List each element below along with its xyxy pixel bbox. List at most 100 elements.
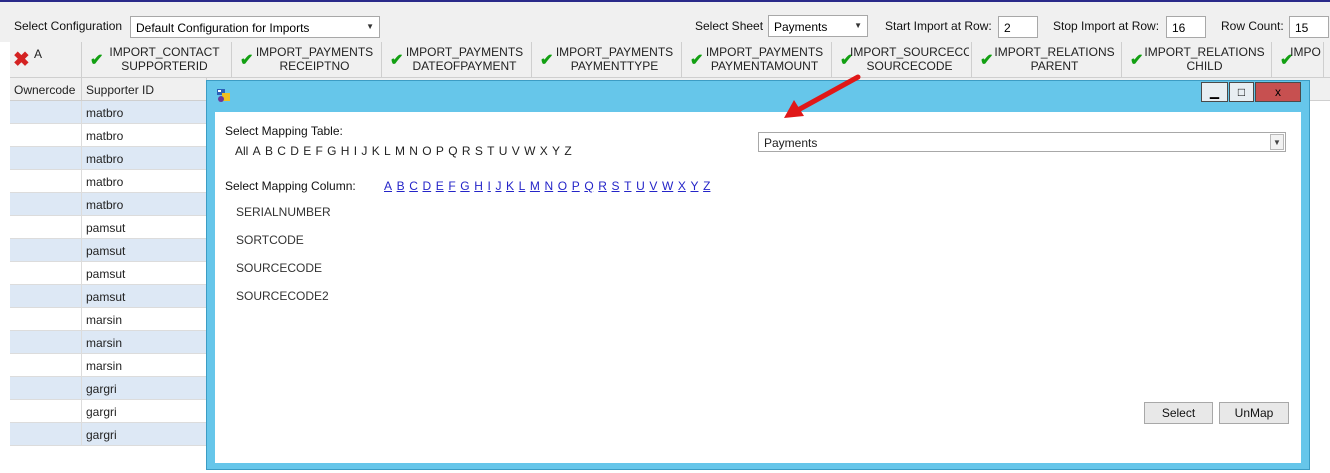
table-letter[interactable]: M [395, 144, 405, 158]
table-row[interactable]: matbro [10, 147, 207, 170]
mapped-column-header[interactable]: ✔ IMPORT_CONTACT SUPPORTERID [82, 42, 232, 78]
table-row[interactable]: pamsut [10, 262, 207, 285]
table-letter[interactable]: T [487, 144, 494, 158]
column-letter-link[interactable]: X [678, 179, 686, 193]
column-letter-link[interactable]: P [572, 179, 580, 193]
header-field-name: PARENT [1030, 60, 1079, 73]
close-button[interactable]: x [1255, 82, 1301, 102]
supporter-id-cell: marsin [86, 359, 123, 373]
stop-row-input[interactable]: 16 [1166, 16, 1206, 38]
table-letter[interactable]: K [372, 144, 380, 158]
table-letter[interactable]: H [341, 144, 350, 158]
column-letter-link[interactable]: Y [690, 179, 698, 193]
header-cell-a[interactable]: ✖ A [10, 42, 82, 78]
column-letter-link[interactable]: Q [584, 179, 593, 193]
table-letter[interactable]: F [316, 144, 323, 158]
column-letter-link[interactable]: E [436, 179, 444, 193]
table-letter[interactable]: P [436, 144, 444, 158]
mapped-column-header[interactable]: ✔ IMPORT_RELATIONS PARENT [972, 42, 1122, 78]
table-row[interactable]: marsin [10, 308, 207, 331]
configuration-value: Default Configuration for Imports [136, 21, 310, 35]
mapping-column-item[interactable]: SORTCODE [236, 233, 304, 247]
table-row[interactable]: pamsut [10, 285, 207, 308]
column-letter-link[interactable]: F [448, 179, 455, 193]
column-letter-link[interactable]: T [624, 179, 631, 193]
start-row-input[interactable]: 2 [998, 16, 1038, 38]
mapping-column-item[interactable]: SOURCECODE2 [236, 289, 329, 303]
table-row[interactable]: marsin [10, 354, 207, 377]
header-table-name: IMPORT_PAYMENTS [555, 46, 674, 59]
minimize-button[interactable]: ▁ [1201, 82, 1228, 102]
column-letter-link[interactable]: Z [703, 179, 710, 193]
column-letter-link[interactable]: O [558, 179, 567, 193]
table-row[interactable]: matbro [10, 193, 207, 216]
table-row[interactable]: matbro [10, 101, 207, 124]
header-field-name: RECEIPTNO [279, 60, 350, 73]
table-letter[interactable]: O [422, 144, 431, 158]
column-letter-link[interactable]: N [545, 179, 554, 193]
table-letter[interactable]: N [409, 144, 418, 158]
column-letter-link[interactable]: I [488, 179, 491, 193]
mapped-column-header[interactable]: ✔ IMPORT_RELATIONS CHILD [1122, 42, 1272, 78]
mapping-column-item[interactable]: SOURCECODE [236, 261, 322, 275]
table-letter[interactable]: Q [448, 144, 457, 158]
table-letter[interactable]: X [540, 144, 548, 158]
table-row[interactable]: gargri [10, 400, 207, 423]
column-letter-link[interactable]: C [409, 179, 418, 193]
maximize-button[interactable]: □ [1229, 82, 1254, 102]
column-letter-link[interactable]: H [474, 179, 483, 193]
mapping-table-dropdown[interactable]: Payments ▼ [758, 132, 1286, 152]
table-letter[interactable]: W [524, 144, 535, 158]
header-table-name: IMPORT_PAYMENTS [405, 46, 524, 59]
table-letter[interactable]: S [475, 144, 483, 158]
table-letter[interactable]: I [354, 144, 357, 158]
table-row[interactable]: gargri [10, 377, 207, 400]
column-letter-link[interactable]: U [636, 179, 645, 193]
column-letter-link[interactable]: V [649, 179, 657, 193]
column-letter-link[interactable]: J [495, 179, 501, 193]
table-row[interactable]: matbro [10, 124, 207, 147]
mapped-column-header[interactable]: ✔ IMPORT_PAYMENTS RECEIPTNO [232, 42, 382, 78]
mapping-column-item[interactable]: SERIALNUMBER [236, 205, 331, 219]
table-row[interactable]: pamsut [10, 216, 207, 239]
column-letter-link[interactable]: S [612, 179, 620, 193]
table-letter[interactable]: Z [564, 144, 571, 158]
column-letter-link[interactable]: A [384, 179, 392, 193]
table-row[interactable]: gargri [10, 423, 207, 446]
sheet-dropdown[interactable]: Payments ▼ [768, 15, 868, 37]
column-letter-link[interactable]: D [422, 179, 431, 193]
table-row[interactable]: matbro [10, 170, 207, 193]
table-letter[interactable]: J [361, 144, 367, 158]
mapped-column-header[interactable]: ✔ IMPORT_PAYMENTS DATEOFPAYMENT [382, 42, 532, 78]
column-letter-link[interactable]: R [598, 179, 607, 193]
table-row[interactable]: pamsut [10, 239, 207, 262]
table-letter[interactable]: C [277, 144, 286, 158]
column-letter-link[interactable]: G [460, 179, 469, 193]
ownercode-cell [10, 124, 82, 147]
table-letter[interactable]: G [327, 144, 336, 158]
select-button[interactable]: Select [1144, 402, 1213, 424]
table-letter[interactable]: V [512, 144, 520, 158]
table-letter[interactable]: U [499, 144, 508, 158]
select-configuration-label: Select Configuration [14, 19, 123, 33]
configuration-dropdown[interactable]: Default Configuration for Imports ▼ [130, 16, 380, 38]
table-letter[interactable]: L [384, 144, 391, 158]
column-letter-link[interactable]: K [506, 179, 514, 193]
table-letter[interactable]: All [235, 144, 248, 158]
mapped-column-header[interactable]: ✔ IMPORT_PAYMENTS PAYMENTTYPE [532, 42, 682, 78]
table-letter[interactable]: A [253, 144, 261, 158]
mapped-column-header[interactable]: ✔ IMPO [1272, 42, 1324, 78]
column-letter-link[interactable]: W [662, 179, 673, 193]
dropdown-arrow-icon: ▼ [854, 21, 862, 30]
table-letter[interactable]: D [290, 144, 299, 158]
unmap-button[interactable]: UnMap [1219, 402, 1289, 424]
supporter-id-cell: matbro [86, 175, 124, 189]
column-letter-link[interactable]: L [519, 179, 526, 193]
table-letter[interactable]: E [303, 144, 311, 158]
table-letter[interactable]: R [462, 144, 471, 158]
table-letter[interactable]: Y [552, 144, 560, 158]
column-letter-link[interactable]: M [530, 179, 540, 193]
column-letter-link[interactable]: B [397, 179, 405, 193]
table-letter[interactable]: B [265, 144, 273, 158]
table-row[interactable]: marsin [10, 331, 207, 354]
